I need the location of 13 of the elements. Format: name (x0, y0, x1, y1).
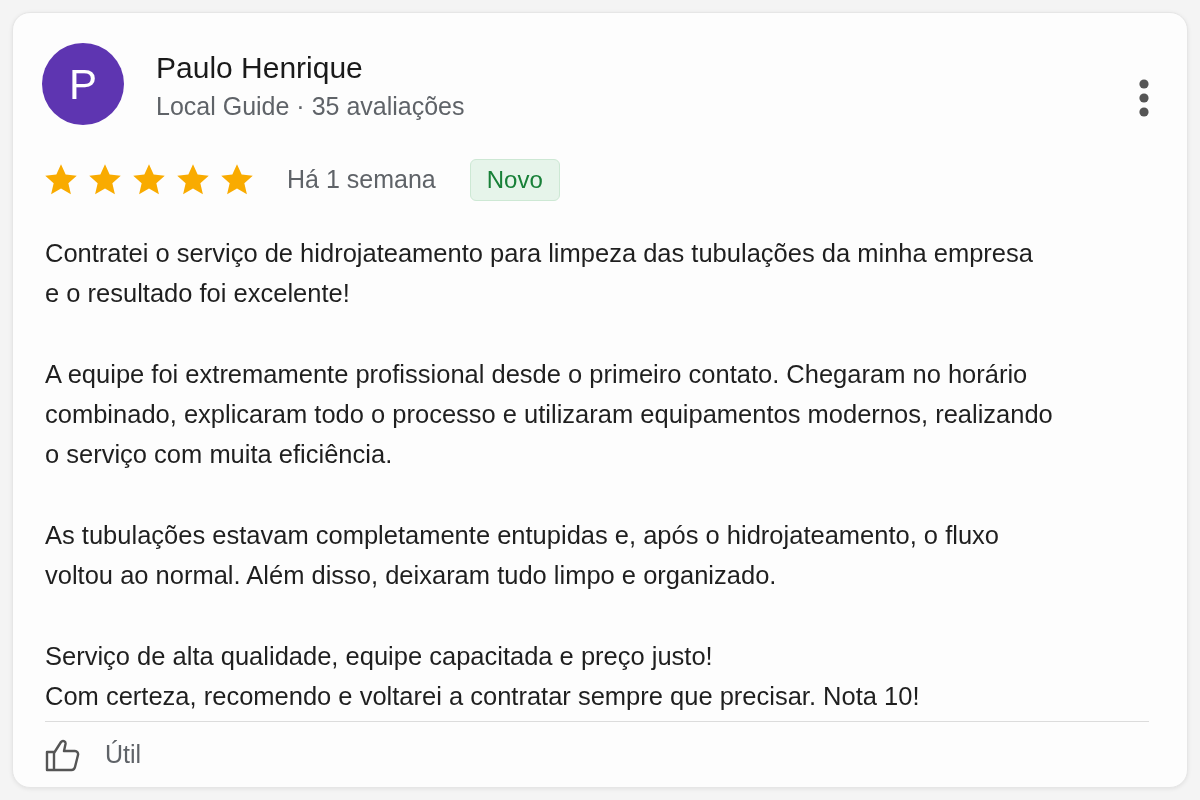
helpful-button[interactable]: Útil (45, 736, 142, 774)
review-time: Há 1 semana (287, 164, 436, 196)
thumbs-up-icon (45, 737, 81, 772)
more-options-button[interactable] (1139, 79, 1149, 117)
avatar: P (42, 43, 124, 125)
new-badge: Novo (469, 159, 560, 201)
review-paragraph: A equipe foi extremamente profissional desde o primeiro contato. Chegaram no horário combinado, explicaram todo o processo e utilizaram equipamentos modernos, realizando o serviço com muita eficiência. (45, 359, 1054, 470)
review-paragraph: Serviço de alta qualidade, equipe capacitada e preço justo! Com certeza, recomendo e voltarei a contratar sempre que precisar. Nota 10! (45, 641, 921, 712)
author-name: Paulo Henrique (156, 50, 364, 86)
author-subtitle: Local Guide · 35 avaliações (156, 91, 465, 122)
review-paragraph: As tubulações estavam completamente entupidas e, após o hidrojateamento, o fluxo voltou ao normal. Além disso, deixaram tudo limpo e organizado. (45, 520, 1000, 591)
review-paragraph: Contratei o serviço de hidrojateamento para limpeza das tubulações da minha empresa e o resultado foi excelente! (45, 238, 1034, 309)
more-icon (1139, 79, 1149, 117)
